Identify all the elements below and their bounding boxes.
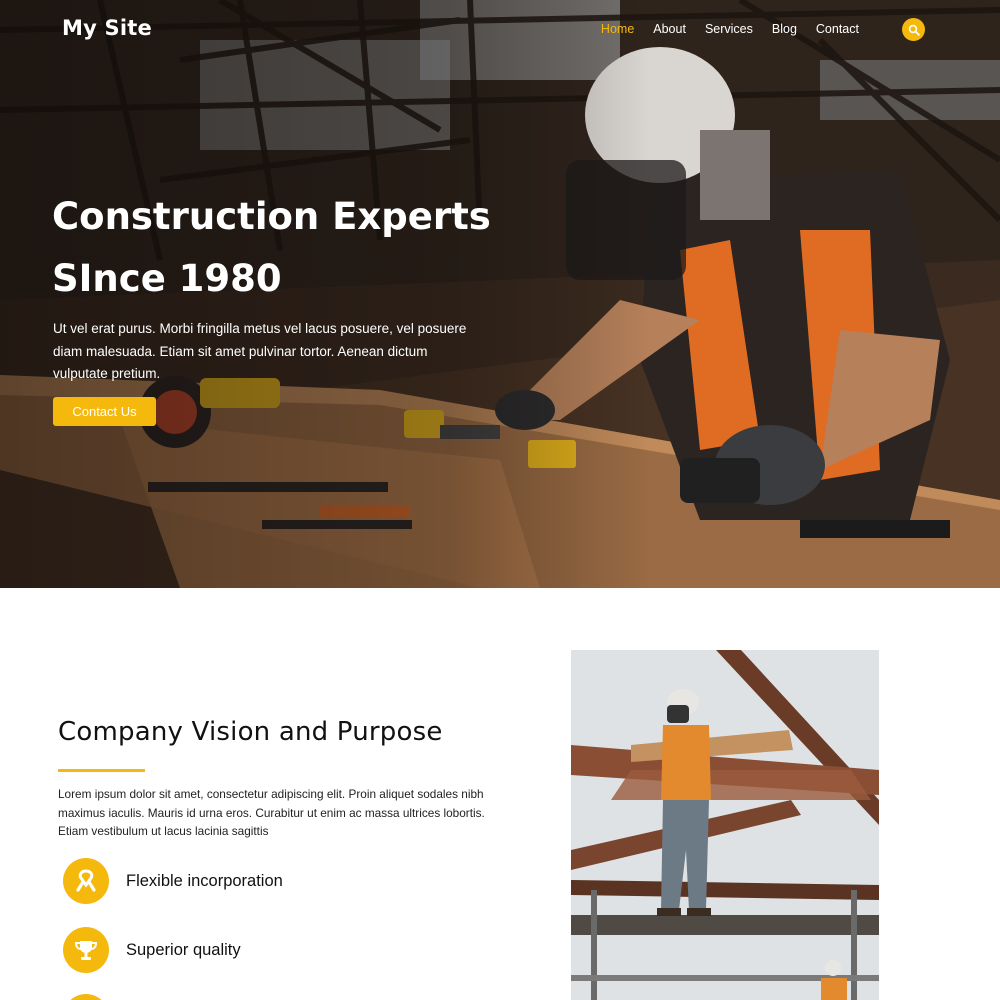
main-menu: Home About Services Blog Contact bbox=[601, 22, 859, 36]
nav-item-services[interactable]: Services bbox=[705, 22, 753, 36]
hero-description: Ut vel erat purus. Morbi fringilla metus… bbox=[53, 321, 467, 381]
ribbon-icon bbox=[63, 858, 109, 904]
feature-item-quality: Superior quality bbox=[63, 927, 241, 973]
feature-item-third bbox=[63, 994, 126, 1000]
search-button[interactable] bbox=[902, 18, 925, 41]
nav-item-about[interactable]: About bbox=[653, 22, 686, 36]
nav-item-blog[interactable]: Blog bbox=[772, 22, 797, 36]
hero-title: Construction Experts SInce 1980 bbox=[52, 186, 572, 310]
title-underline bbox=[58, 769, 145, 772]
site-logo[interactable]: My Site bbox=[62, 16, 152, 40]
hero-title-line2: SInce 1980 bbox=[52, 257, 282, 300]
feature-item-flexible: Flexible incorporation bbox=[63, 858, 283, 904]
vision-title: Company Vision and Purpose bbox=[58, 717, 443, 747]
scaffold-worker-image bbox=[571, 650, 879, 1000]
top-navigation: My Site Home About Services Blog Contact bbox=[0, 0, 1000, 60]
trophy-icon bbox=[63, 927, 109, 973]
feature-label: Flexible incorporation bbox=[126, 871, 283, 890]
feature-label: Superior quality bbox=[126, 940, 241, 959]
nav-item-home[interactable]: Home bbox=[601, 22, 634, 36]
nav-item-contact[interactable]: Contact bbox=[816, 22, 859, 36]
circle-icon bbox=[63, 994, 109, 1000]
search-icon bbox=[908, 24, 920, 36]
hero-title-line1: Construction Experts bbox=[52, 195, 491, 238]
hero-section: My Site Home About Services Blog Contact… bbox=[0, 0, 1000, 588]
scaffold-illustration bbox=[571, 650, 879, 1000]
contact-us-button[interactable]: Contact Us bbox=[53, 397, 156, 426]
vision-description: Lorem ipsum dolor sit amet, consectetur … bbox=[58, 787, 485, 838]
